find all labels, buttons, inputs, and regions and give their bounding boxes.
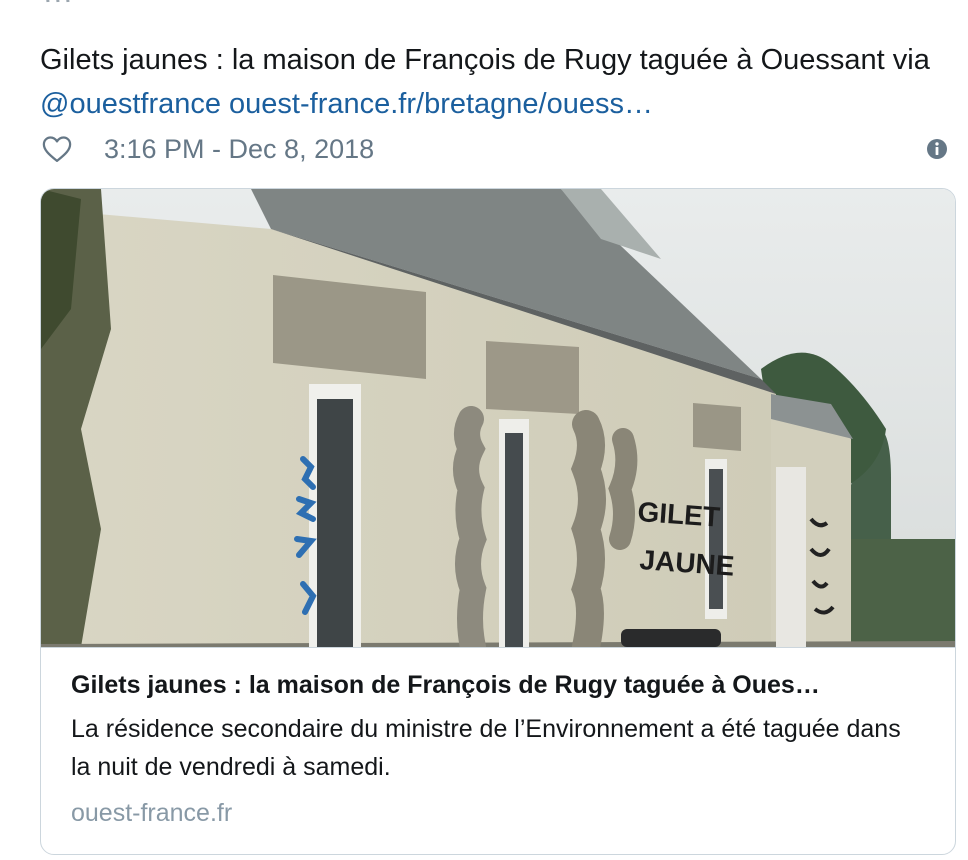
article-url-link[interactable]: ouest-france.fr/bretagne/ouess… <box>229 88 653 120</box>
graffiti-jaune: JAUNE <box>639 544 736 582</box>
card-body[interactable]: Gilets jaunes : la maison de François de… <box>41 647 955 830</box>
tweet-meta-row: 3:16 PM - Dec 8, 2018 <box>40 128 952 170</box>
card-image[interactable]: GILET JAUNE <box>41 189 956 647</box>
info-circle-icon[interactable] <box>926 138 948 160</box>
card-title[interactable]: Gilets jaunes : la maison de François de… <box>71 668 925 702</box>
heart-outline-icon[interactable] <box>40 132 74 166</box>
card-description: La résidence secondaire du ministre de l… <box>71 715 901 781</box>
tweet-body-text: Gilets jaunes : la maison de François de… <box>40 44 930 76</box>
tweet-text: Gilets jaunes : la maison de François de… <box>40 38 940 126</box>
link-preview-card[interactable]: GILET JAUNE Gilets jaunes : la maison de… <box>40 188 956 855</box>
card-domain: ouest-france.fr <box>71 799 233 827</box>
previous-tweet-fragment <box>40 0 100 8</box>
tweet-timestamp[interactable]: 3:16 PM - Dec 8, 2018 <box>104 134 374 165</box>
avatar-fragment <box>46 0 70 3</box>
graffiti-gilet: GILET <box>637 496 721 533</box>
mention-link[interactable]: @ouestfrance <box>40 88 221 120</box>
